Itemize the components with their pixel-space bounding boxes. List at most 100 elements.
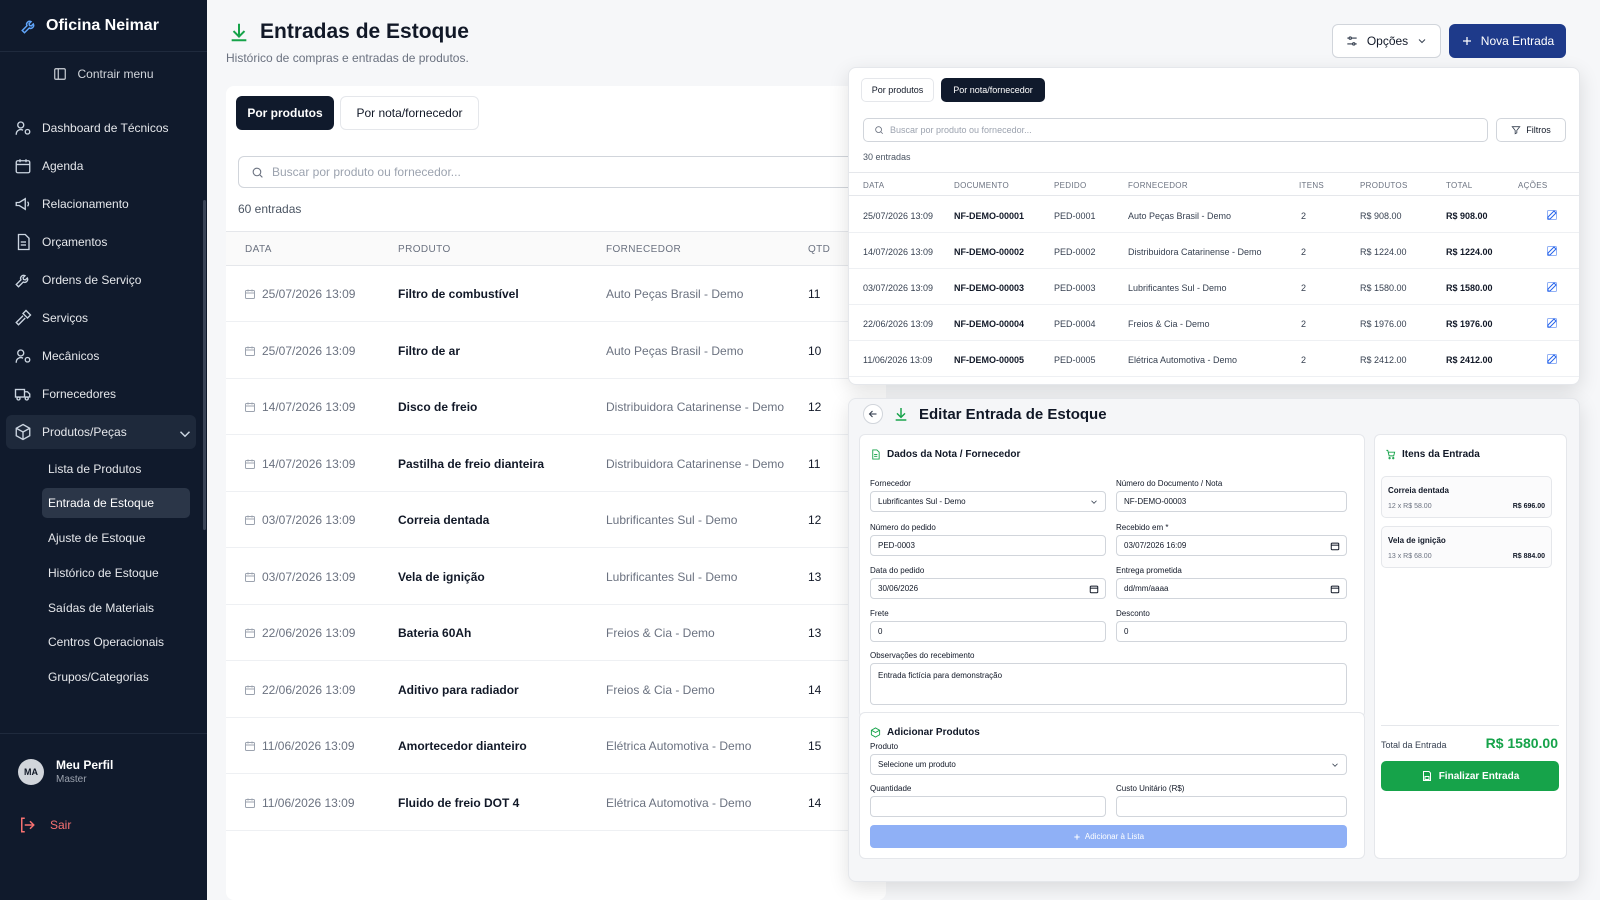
- table-row[interactable]: 03/07/2026 13:09 Vela de ignição Lubrifica…: [226, 549, 886, 605]
- table-row[interactable]: 22/06/2026 13:09 NF-DEMO-00004 PED-0004 Fre…: [849, 305, 1579, 341]
- doc-number-field[interactable]: NF-DEMO-00003: [1116, 491, 1347, 512]
- new-entry-button[interactable]: Nova Entrada: [1449, 24, 1566, 58]
- note-data-panel: Dados da Nota / Fornecedor Fornecedor Lu…: [859, 434, 1365, 718]
- sidebar-scrollbar[interactable]: [203, 200, 206, 530]
- discount-field[interactable]: 0: [1116, 621, 1347, 642]
- sidebar-item-relacionamento[interactable]: Relacionamento: [6, 187, 196, 221]
- row-date-text: 25/07/2026 13:09: [262, 343, 356, 358]
- received-datetime-field[interactable]: 03/07/2026 16:09: [1116, 535, 1347, 556]
- search-input[interactable]: Buscar por produto ou fornecedor...: [238, 156, 898, 188]
- sidebar-item-ordens-servico[interactable]: Ordens de Serviço: [6, 263, 196, 297]
- sidebar-item-dashboard-tecnicos[interactable]: Dashboard de Técnicos: [6, 111, 196, 145]
- promised-date-field[interactable]: dd/mm/aaaa: [1116, 578, 1347, 599]
- options-button[interactable]: Opções: [1332, 24, 1441, 58]
- notes-view-panel: Por produtos Por nota/fornecedor Buscar …: [848, 67, 1580, 385]
- table-row[interactable]: 11/06/2026 13:09 Amortecedor dianteiro Elé…: [226, 718, 886, 774]
- sidebar-item-agenda[interactable]: Agenda: [6, 149, 196, 183]
- users-gear-icon: [14, 119, 32, 137]
- column-header-fornecedor[interactable]: FORNECEDOR: [606, 244, 681, 255]
- back-button[interactable]: [863, 404, 883, 424]
- profile-link[interactable]: MA Meu Perfil Master: [18, 758, 113, 785]
- table-row[interactable]: 22/06/2026 13:09 Bateria 60Ah Freios & Cia…: [226, 605, 886, 661]
- table-row[interactable]: 03/07/2026 13:09 Correia dentada Lubrifica…: [226, 492, 886, 548]
- sidebar-item-label: Relacionamento: [42, 197, 129, 211]
- table-row[interactable]: 25/07/2026 13:09 NF-DEMO-00001 PED-0001 Aut…: [849, 197, 1579, 233]
- doc-number-value: NF-DEMO-00003: [1124, 497, 1187, 506]
- supplier-select[interactable]: Lubrificantes Sul - Demo: [870, 491, 1106, 512]
- unit-cost-field[interactable]: [1116, 796, 1347, 817]
- document-icon: [870, 449, 881, 460]
- edit-icon[interactable]: [1546, 353, 1558, 365]
- column-header-produtos[interactable]: PRODUTOS: [1360, 181, 1408, 190]
- logout-button[interactable]: Sair: [18, 816, 71, 834]
- sidebar-item-produtos-pecas[interactable]: Produtos/Peças: [6, 415, 196, 449]
- column-header-itens[interactable]: ITENS: [1299, 181, 1324, 190]
- table-row[interactable]: 11/06/2026 13:09 NF-DEMO-00005 PED-0005 Elé…: [849, 341, 1579, 377]
- calendar-icon[interactable]: [1330, 541, 1340, 551]
- sidebar-item-fornecedores[interactable]: Fornecedores: [6, 377, 196, 411]
- order-number-field[interactable]: PED-0003: [870, 535, 1106, 556]
- row-qty: 14: [808, 795, 822, 810]
- table-row[interactable]: 14/07/2026 13:09 Disco de freio Distribuid…: [226, 379, 886, 435]
- search-input[interactable]: Buscar por produto ou fornecedor...: [863, 118, 1488, 142]
- column-header-fornecedor[interactable]: FORNECEDOR: [1128, 181, 1188, 190]
- edit-icon[interactable]: [1546, 209, 1558, 221]
- sidebar-item-label: Orçamentos: [42, 235, 108, 249]
- edit-icon[interactable]: [1546, 281, 1558, 293]
- column-header-data[interactable]: DATA: [863, 181, 884, 190]
- subitem-saidas-materiais[interactable]: Saídas de Materiais: [42, 593, 190, 623]
- collapse-menu-button[interactable]: Contrair menu: [0, 52, 207, 96]
- subitem-grupos-categorias[interactable]: Grupos/Categorias: [42, 662, 190, 692]
- product-label: Produto: [870, 742, 899, 751]
- filters-button[interactable]: Filtros: [1496, 118, 1566, 142]
- calendar-icon: [244, 627, 256, 639]
- column-header-qtd[interactable]: QTD: [808, 244, 830, 255]
- subitem-historico-estoque[interactable]: Histórico de Estoque: [42, 558, 190, 588]
- add-to-list-button[interactable]: Adicionar à Lista: [870, 825, 1347, 848]
- tab-por-nota-fornecedor[interactable]: Por nota/fornecedor: [941, 78, 1045, 102]
- sidebar-item-orcamentos[interactable]: Orçamentos: [6, 225, 196, 259]
- calendar-icon: [244, 740, 256, 752]
- entry-item-card[interactable]: Correia dentada 12 x R$ 58.00 R$ 696.00: [1381, 476, 1552, 518]
- freight-field[interactable]: 0: [870, 621, 1106, 642]
- notes-textarea[interactable]: Entrada fictícia para demonstração: [870, 663, 1347, 705]
- column-header-documento[interactable]: DOCUMENTO: [954, 181, 1009, 190]
- column-header-pedido[interactable]: PEDIDO: [1054, 181, 1086, 190]
- table-row[interactable]: 25/07/2026 13:09 Filtro de ar Auto Peças B…: [226, 323, 886, 379]
- order-number-label: Número do pedido: [870, 523, 936, 532]
- table-row[interactable]: 14/07/2026 13:09 Pastilha de freio diante…: [226, 436, 886, 492]
- entry-item-qty: 13 x R$ 68.00: [1388, 553, 1432, 560]
- sidebar-item-servicos[interactable]: Serviços: [6, 301, 196, 335]
- row-products: R$ 1976.00: [1360, 319, 1407, 329]
- calendar-icon[interactable]: [1089, 584, 1099, 594]
- sidebar-item-mecanicos[interactable]: Mecânicos: [6, 339, 196, 373]
- table-row[interactable]: 11/06/2026 13:09 Fluido de freio DOT 4 Elé…: [226, 775, 886, 831]
- order-date-field[interactable]: 30/06/2026: [870, 578, 1106, 599]
- entry-item-card[interactable]: Vela de ignição 13 x R$ 68.00 R$ 884.00: [1381, 526, 1552, 568]
- quantity-field[interactable]: [870, 796, 1106, 817]
- edit-title-text: Editar Entrada de Estoque: [919, 405, 1107, 423]
- edit-icon[interactable]: [1546, 317, 1558, 329]
- subitem-ajuste-estoque[interactable]: Ajuste de Estoque: [42, 523, 190, 553]
- column-header-data[interactable]: DATA: [245, 244, 272, 255]
- tab-por-produtos[interactable]: Por produtos: [861, 78, 934, 102]
- product-select[interactable]: Selecione um produto: [870, 754, 1347, 775]
- column-header-total[interactable]: TOTAL: [1446, 181, 1473, 190]
- brand[interactable]: Oficina Neimar: [0, 0, 207, 52]
- cart-icon: [1385, 449, 1396, 460]
- column-header-produto[interactable]: PRODUTO: [398, 244, 451, 255]
- tab-por-produtos[interactable]: Por produtos: [236, 96, 334, 130]
- finish-entry-button[interactable]: Finalizar Entrada: [1381, 761, 1559, 791]
- table-row[interactable]: 14/07/2026 13:09 NF-DEMO-00002 PED-0002 Dis…: [849, 233, 1579, 269]
- logout-label: Sair: [50, 818, 72, 832]
- subitem-entrada-estoque[interactable]: Entrada de Estoque: [42, 488, 190, 518]
- edit-icon[interactable]: [1546, 245, 1558, 257]
- subitem-centros-operacionais[interactable]: Centros Operacionais: [42, 627, 190, 657]
- tab-por-nota-fornecedor[interactable]: Por nota/fornecedor: [340, 96, 479, 130]
- table-row[interactable]: 03/07/2026 13:09 NF-DEMO-00003 PED-0003 Lub…: [849, 269, 1579, 305]
- row-product: Amortecedor dianteiro: [398, 739, 527, 753]
- table-row[interactable]: 25/07/2026 13:09 Filtro de combustível Aut…: [226, 266, 886, 322]
- subitem-lista-produtos[interactable]: Lista de Produtos: [42, 454, 190, 484]
- table-row[interactable]: 22/06/2026 13:09 Aditivo para radiador Fre…: [226, 662, 886, 718]
- calendar-icon[interactable]: [1330, 584, 1340, 594]
